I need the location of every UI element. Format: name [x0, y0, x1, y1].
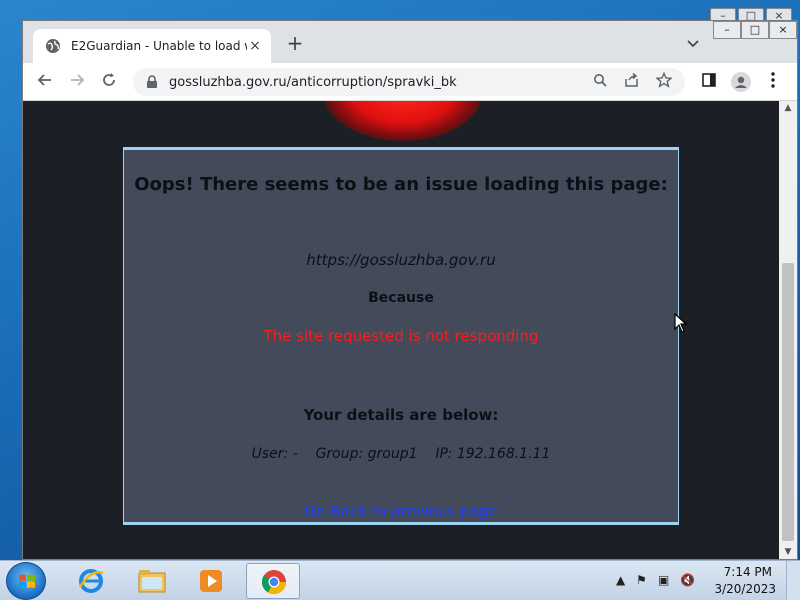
scroll-thumb[interactable]	[782, 263, 794, 541]
menu-kebab-icon[interactable]	[763, 72, 783, 92]
windows-logo-icon	[19, 574, 35, 588]
scroll-down-arrow-icon[interactable]: ▼	[779, 547, 797, 557]
browser-window: E2Guardian - Unable to load web × + – □ …	[22, 20, 798, 560]
clock-date[interactable]: 3/20/2023	[714, 582, 776, 596]
tab-title: E2Guardian - Unable to load web	[71, 39, 247, 53]
address-bar[interactable]: gossluzhba.gov.ru/anticorruption/spravki…	[133, 68, 685, 96]
vertical-scrollbar[interactable]: ▲ ▼	[779, 101, 797, 559]
url-text[interactable]: gossluzhba.gov.ru/anticorruption/spravki…	[169, 75, 589, 90]
error-reason: The site requested is not responding	[263, 327, 539, 345]
volume-muted-icon[interactable]: 🔇	[680, 573, 695, 587]
back-arrow-icon[interactable]	[35, 72, 55, 92]
internet-explorer-taskbar-icon[interactable]	[64, 563, 118, 599]
side-panel-icon[interactable]	[699, 72, 719, 92]
taskbar: ▲ ⚑ ▣ 🔇 7:14 PM 3/20/2023	[0, 560, 800, 600]
mouse-cursor-icon	[674, 313, 688, 333]
details-heading: Your details are below:	[303, 406, 499, 424]
start-button[interactable]	[6, 562, 46, 600]
browser-toolbar: gossluzhba.gov.ru/anticorruption/spravki…	[23, 63, 797, 101]
share-icon[interactable]	[621, 72, 643, 91]
new-tab-button[interactable]: +	[285, 33, 305, 54]
close-button[interactable]: ×	[769, 21, 797, 39]
profile-avatar-icon[interactable]	[731, 72, 751, 92]
warning-light-image	[323, 101, 483, 141]
search-icon[interactable]	[589, 73, 611, 91]
minimize-button[interactable]: –	[713, 21, 741, 39]
scroll-up-arrow-icon[interactable]: ▲	[779, 103, 797, 113]
tab-bar: E2Guardian - Unable to load web × + – □ …	[23, 21, 797, 63]
window-controls: – □ ×	[713, 21, 797, 39]
blocked-site-url: https://gossluzhba.gov.ru	[306, 251, 496, 269]
clock-time[interactable]: 7:14 PM	[724, 565, 772, 579]
go-back-link[interactable]: Go Back to previous page	[124, 502, 678, 520]
bookmark-star-icon[interactable]	[653, 71, 675, 92]
globe-icon	[46, 39, 60, 53]
network-icon[interactable]: ▣	[658, 573, 669, 587]
error-panel: Oops! There seems to be an issue loading…	[123, 147, 679, 525]
media-player-taskbar-icon[interactable]	[184, 563, 238, 599]
action-center-flag-icon[interactable]: ⚑	[636, 573, 647, 587]
chrome-taskbar-icon[interactable]	[246, 563, 300, 599]
system-tray: ▲ ⚑ ▣ 🔇 7:14 PM 3/20/2023	[610, 561, 800, 600]
tab-search-chevron-icon[interactable]	[687, 37, 699, 51]
tab-active[interactable]: E2Guardian - Unable to load web ×	[33, 29, 271, 63]
error-heading: Oops! There seems to be an issue loading…	[134, 174, 668, 195]
forward-arrow-icon[interactable]	[67, 72, 87, 92]
user-details: User: - Group: group1 IP: 192.168.1.11	[251, 446, 551, 462]
because-label: Because	[368, 290, 434, 306]
reload-icon[interactable]	[99, 72, 119, 92]
maximize-button[interactable]: □	[741, 21, 769, 39]
tab-close-icon[interactable]: ×	[247, 38, 263, 54]
file-explorer-taskbar-icon[interactable]	[124, 563, 178, 599]
lock-icon[interactable]	[145, 75, 159, 89]
page-viewport: Oops! There seems to be an issue loading…	[23, 101, 779, 559]
show-hidden-icons-icon[interactable]: ▲	[616, 573, 625, 587]
show-desktop-button[interactable]	[786, 561, 800, 600]
